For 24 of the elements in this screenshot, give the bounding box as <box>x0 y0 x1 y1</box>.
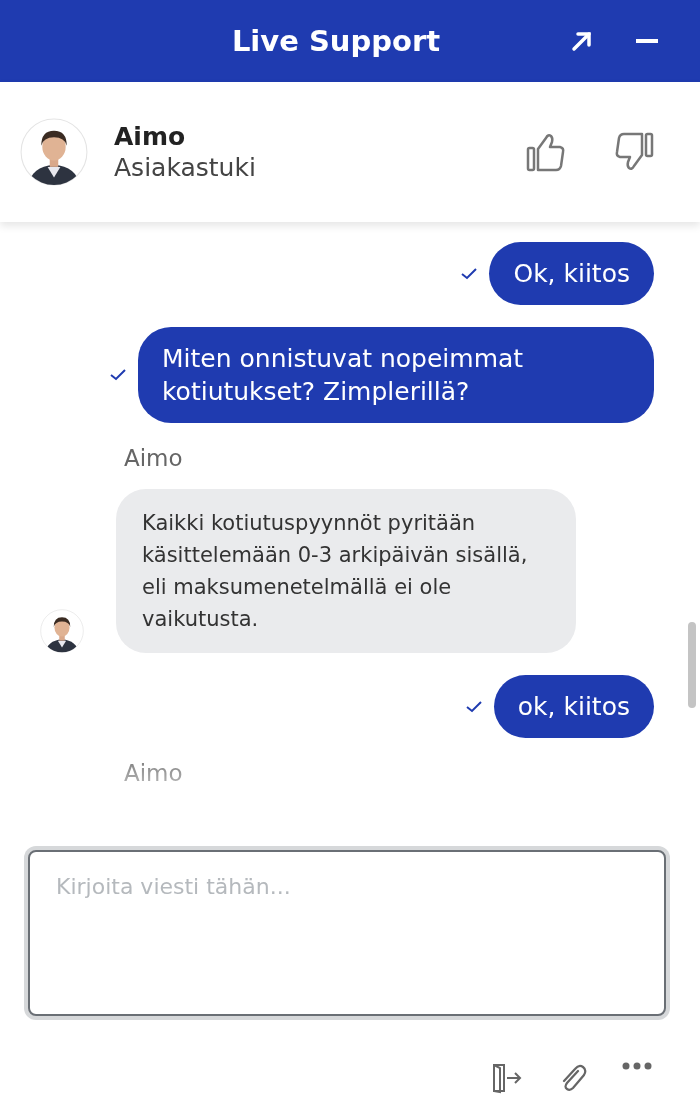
agent-avatar-small <box>40 609 84 653</box>
sent-message: ok, kiitos <box>493 675 654 738</box>
sent-message: Miten onnistuvat nopeimmat kotiutukset? Zimplerillä? <box>138 327 654 423</box>
check-icon <box>110 369 126 381</box>
check-icon <box>465 700 482 713</box>
more-icon <box>622 1062 652 1070</box>
arrow-icon <box>570 29 594 53</box>
agent-avatar <box>20 118 88 186</box>
exit-door-icon <box>490 1062 522 1094</box>
sender-name: Aimo <box>123 445 184 471</box>
like-button[interactable] <box>526 132 566 172</box>
thumbs-down-icon <box>614 132 654 172</box>
sender-name: Aimo <box>123 760 184 786</box>
dislike-button[interactable] <box>614 132 654 172</box>
received-message: Kaikki kotiutuspyynnöt pyritään käsittelemään 0-3 arkipäivän sisällä, eli maksumenetelmällä ei ole vaikutusta. <box>116 489 576 653</box>
scrollbar-thumb[interactable] <box>688 622 696 708</box>
window-title: Live Support <box>230 24 442 58</box>
message-input[interactable]: Kirjoita viesti tähän... <box>28 850 666 1016</box>
agent-role: Asiakastuki <box>114 153 257 182</box>
sent-message: Ok, kiitos <box>489 242 654 305</box>
thumbs-up-icon <box>526 132 566 172</box>
agent-name: Aimo <box>114 122 187 151</box>
minimize-icon <box>636 39 658 43</box>
check-icon <box>461 267 478 280</box>
